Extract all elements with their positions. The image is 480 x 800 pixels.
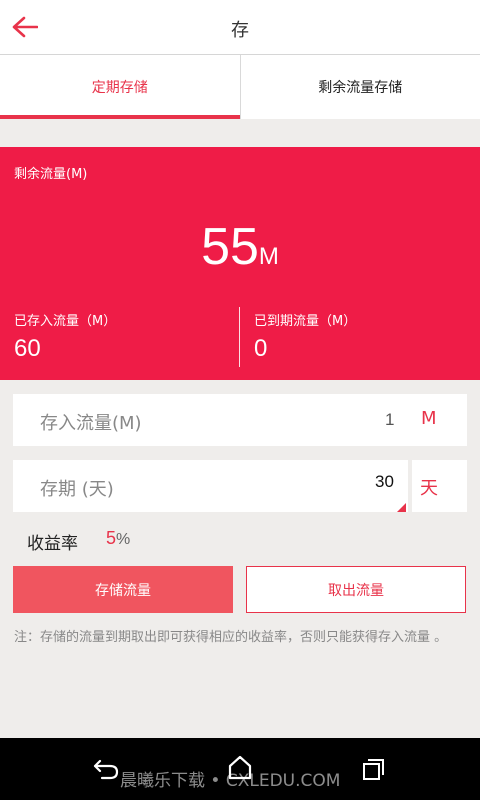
watermark-text: 晨曦乐下载 • CXLEDU.COM <box>120 771 341 791</box>
app-header: 存 <box>0 0 480 55</box>
deposited-traffic: 已存入流量（M） 60 <box>14 310 116 363</box>
dropdown-corner-icon[interactable] <box>397 503 406 512</box>
deposit-amount-input[interactable]: 1 <box>385 410 394 430</box>
store-traffic-button[interactable]: 存储流量 <box>13 566 233 613</box>
expired-traffic-label: 已到期流量（M） <box>254 314 357 329</box>
traffic-summary-card: 剩余流量(M) 55M 已存入流量（M） 60 已到期流量（M） 0 <box>0 147 480 380</box>
yield-rate-percent: % <box>116 531 131 548</box>
deposit-amount-label: 存入流量(M) <box>40 413 142 434</box>
page-title: 存 <box>231 20 249 41</box>
remaining-traffic: 55M <box>0 217 480 277</box>
tab-bar: 定期存储 剩余流量存储 <box>0 55 480 119</box>
field-separator <box>408 460 412 512</box>
expired-traffic-value: 0 <box>254 335 268 362</box>
deposit-amount-field[interactable]: 存入流量(M) 1 M <box>13 394 467 446</box>
deposit-period-unit: 天 <box>420 478 438 499</box>
withdraw-traffic-button[interactable]: 取出流量 <box>246 566 466 613</box>
deposited-traffic-value: 60 <box>14 335 41 362</box>
yield-rate: 5% <box>106 528 130 549</box>
stat-divider <box>239 307 240 367</box>
note-text: 注：存储的流量到期取出即可获得相应的收益率，否则只能获得存入流量 。 <box>14 630 448 645</box>
deposit-period-field[interactable]: 存期 (天) 30 天 <box>13 460 467 512</box>
deposit-period-select[interactable]: 30 <box>375 472 394 492</box>
remaining-traffic-value: 55 <box>201 218 259 276</box>
tab-fixed-storage[interactable]: 定期存储 <box>0 55 240 119</box>
yield-rate-label: 收益率 <box>27 534 78 554</box>
remaining-traffic-label: 剩余流量(M) <box>14 167 88 182</box>
nav-recents-icon[interactable] <box>362 758 386 782</box>
tab-remaining-storage[interactable]: 剩余流量存储 <box>239 55 480 119</box>
remaining-traffic-unit: M <box>258 243 279 270</box>
expired-traffic: 已到期流量（M） 0 <box>254 310 356 363</box>
deposited-traffic-label: 已存入流量（M） <box>14 314 117 329</box>
nav-back-icon[interactable] <box>92 757 120 781</box>
deposit-period-label: 存期 (天) <box>40 479 114 500</box>
deposit-amount-unit: M <box>421 408 437 429</box>
yield-rate-value: 5 <box>106 528 117 548</box>
